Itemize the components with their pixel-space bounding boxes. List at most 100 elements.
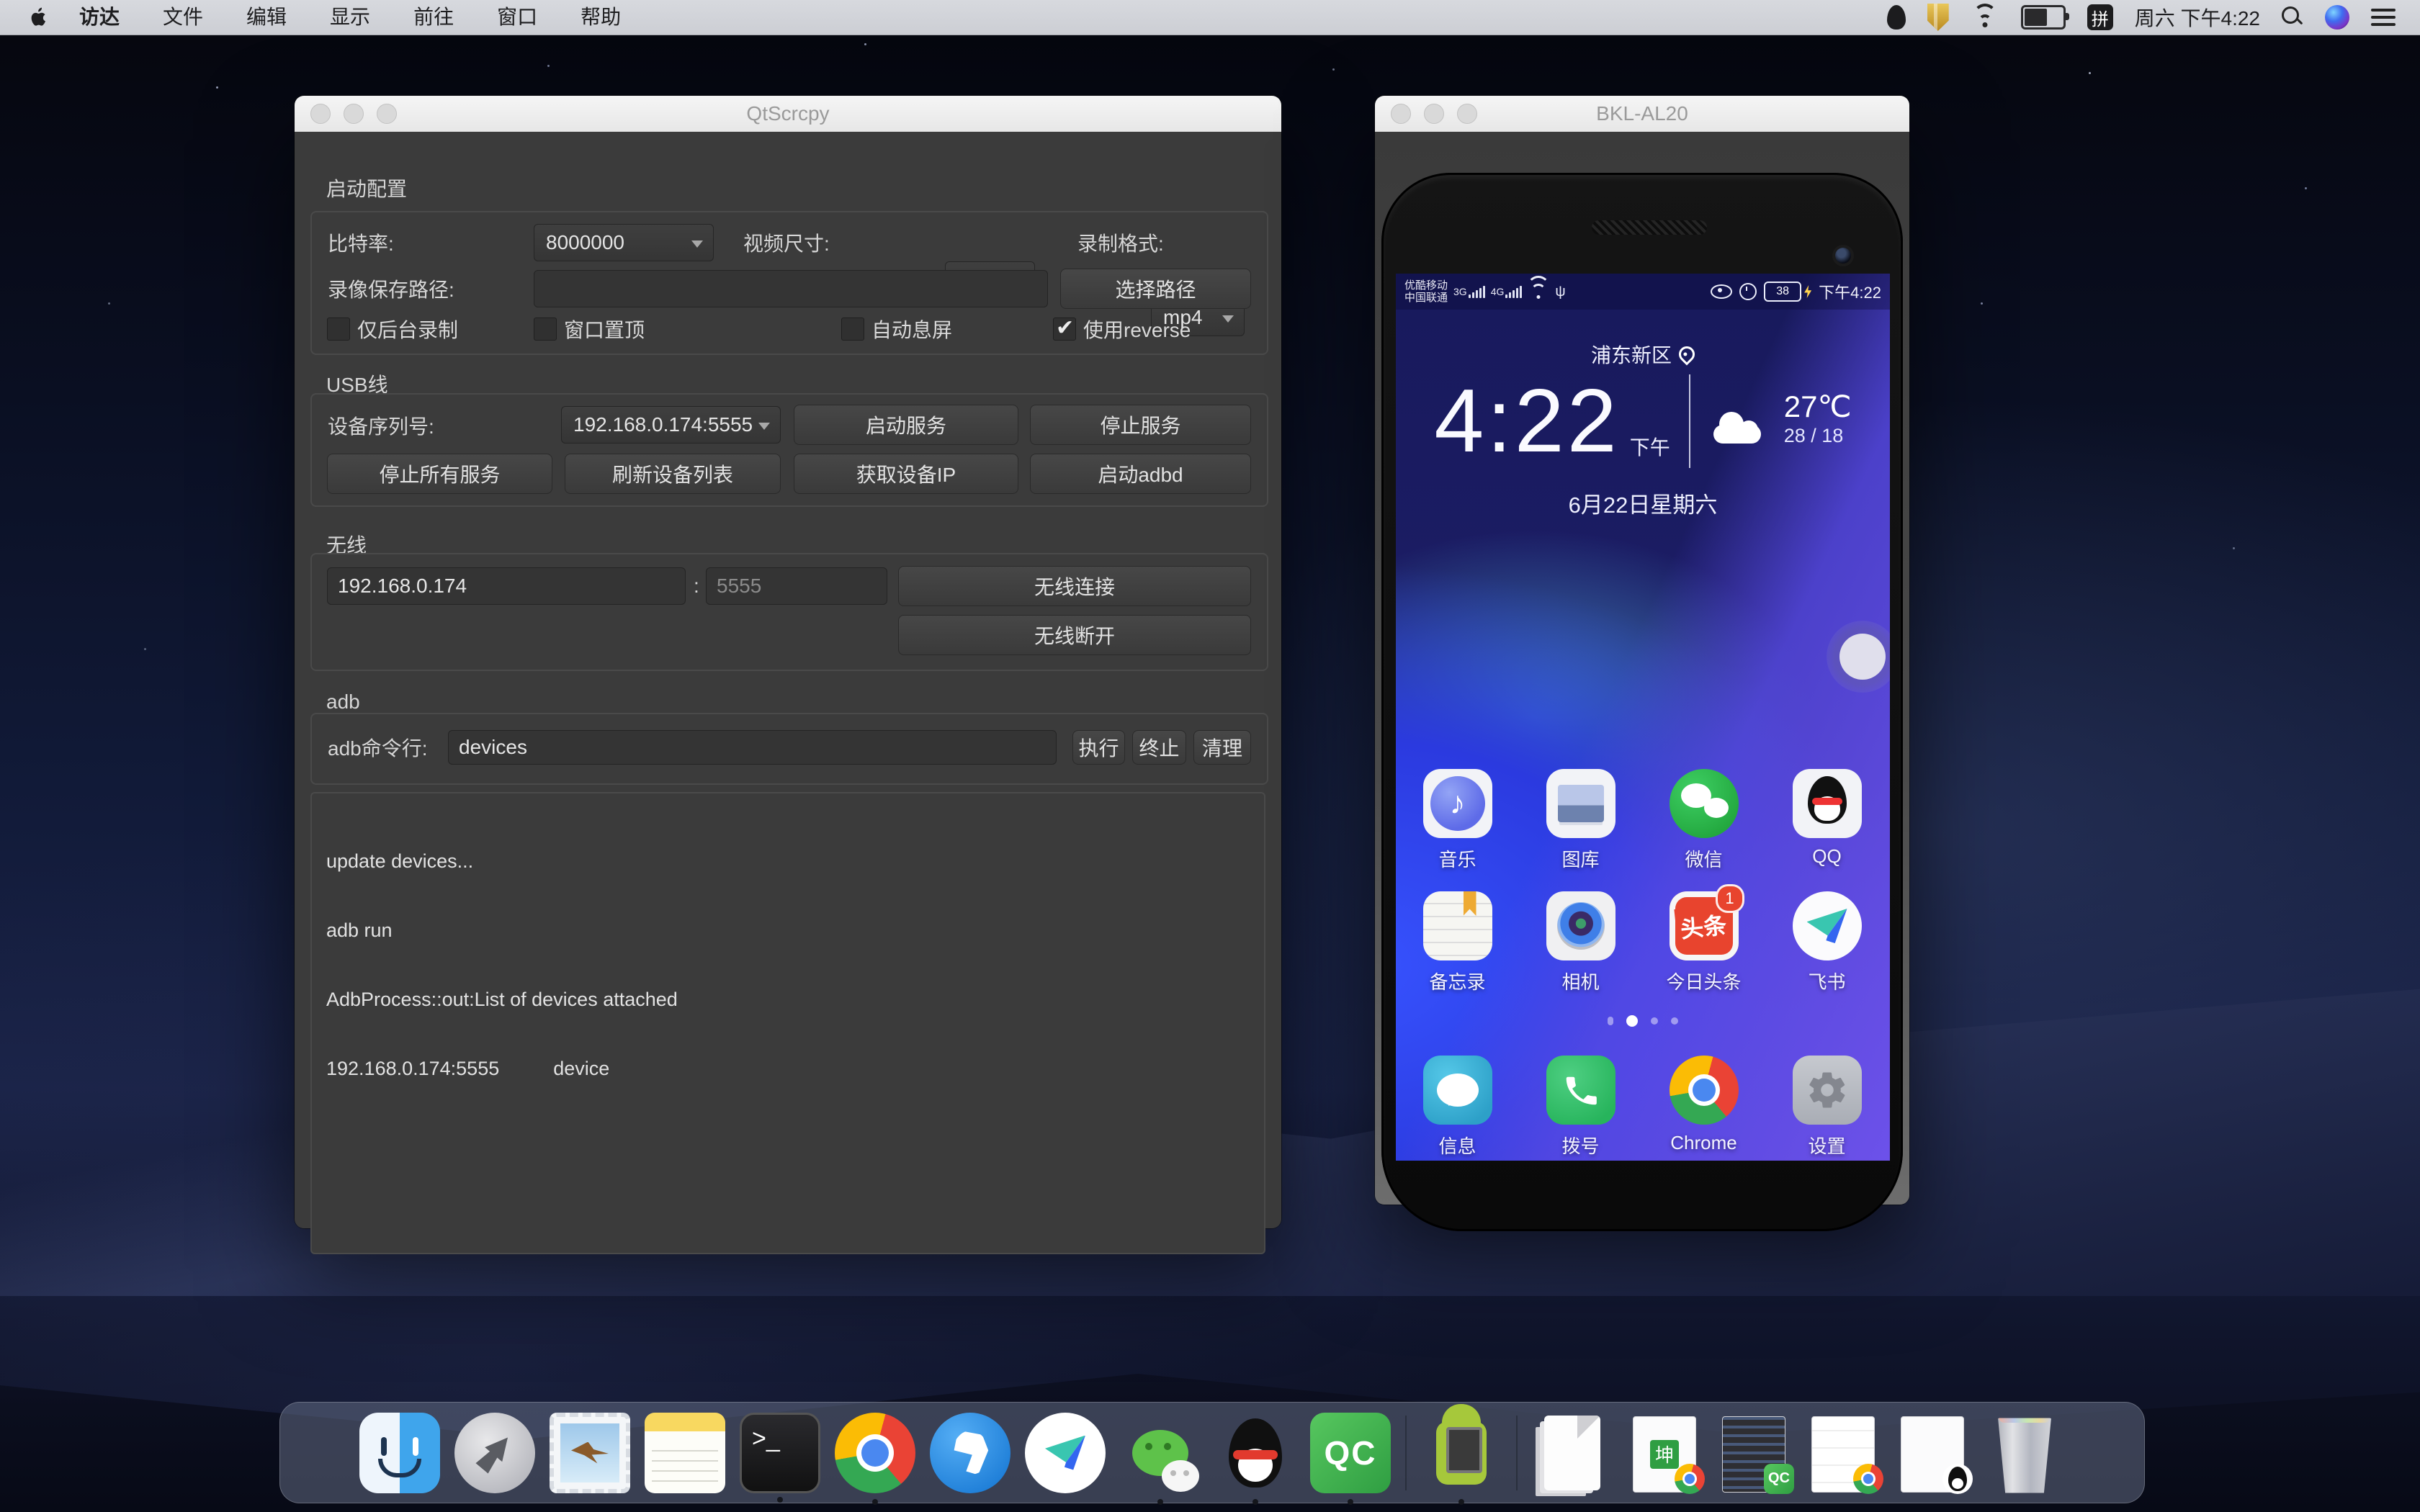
wireless-groupbox: : 无线连接 无线断开	[310, 553, 1268, 671]
adb-cmd-input[interactable]	[448, 730, 1057, 765]
qtcreator-badge-icon: QC	[1764, 1464, 1794, 1494]
wechat-app-icon	[1670, 769, 1739, 838]
wifi-icon[interactable]	[1971, 0, 1999, 35]
assistive-ball[interactable]	[1827, 621, 1890, 693]
app-notes[interactable]: 备忘录	[1396, 891, 1519, 994]
qq-app-icon	[1793, 769, 1862, 838]
choose-path-button[interactable]: 选择路径	[1060, 269, 1251, 309]
adb-terminate-button[interactable]: 终止	[1132, 730, 1186, 765]
phone-front-camera	[1835, 248, 1851, 264]
checkbox-auto-screen-off[interactable]: 自动息屏	[841, 315, 952, 343]
app-wechat[interactable]: 微信	[1642, 769, 1765, 872]
app-qq[interactable]: QQ	[1765, 769, 1888, 872]
refresh-device-list-button[interactable]: 刷新设备列表	[565, 454, 781, 494]
start-service-button[interactable]: 启动服务	[794, 405, 1018, 445]
battery-icon[interactable]	[2021, 0, 2066, 35]
wireless-port-input[interactable]	[706, 567, 887, 605]
notification-center-icon[interactable]	[2371, 0, 2396, 35]
app-row-2: 备忘录 相机 头条 1 今日头条 飞书	[1396, 891, 1890, 994]
app-toutiao[interactable]: 头条 1 今日头条	[1642, 891, 1765, 994]
dock-thunder-icon[interactable]	[930, 1413, 1010, 1493]
input-method-badge[interactable]: 拼	[2087, 0, 2113, 35]
dock-minimized-qtcreator-window[interactable]: QC	[1716, 1413, 1791, 1493]
clock-widget[interactable]: 4:22 下午 27℃ 28 / 18	[1396, 360, 1890, 482]
phone-window-titlebar[interactable]: BKL-AL20	[1375, 96, 1909, 132]
qq-menubar-icon[interactable]	[1887, 0, 1906, 35]
app-music[interactable]: ♪ 音乐	[1396, 769, 1519, 872]
bitrate-combo[interactable]: 8000000	[534, 224, 714, 261]
menu-app-name[interactable]: 访达	[58, 0, 141, 35]
adb-cmd-label: adb命令行:	[328, 733, 428, 762]
serial-combo[interactable]: 192.168.0.174:5555	[561, 406, 781, 444]
start-adbd-button[interactable]: 启动adbd	[1030, 454, 1251, 494]
stop-all-services-button[interactable]: 停止所有服务	[327, 454, 552, 494]
dock-minimized-qq-window[interactable]	[1895, 1413, 1970, 1493]
menu-edit[interactable]: 编辑	[225, 0, 308, 35]
status-bar-time: 下午4:22	[1819, 280, 1881, 303]
checkbox-use-reverse[interactable]: 使用reverse	[1053, 315, 1191, 343]
wireless-connect-button[interactable]: 无线连接	[898, 566, 1251, 606]
battery-percent: 38	[1764, 282, 1801, 302]
wireless-disconnect-button[interactable]: 无线断开	[898, 615, 1251, 655]
menu-file[interactable]: 文件	[141, 0, 225, 35]
phone-screen[interactable]: 优酷移动 中国联通 3G 4G ψ 38 下午4:22	[1396, 274, 1890, 1161]
app-gallery[interactable]: 图库	[1519, 769, 1642, 872]
usb-icon: ψ	[1555, 284, 1565, 300]
dock-qq-icon[interactable]	[1215, 1413, 1296, 1493]
widget-divider	[1689, 374, 1690, 468]
log-line: 192.168.0.174:5555 device	[326, 1057, 1250, 1080]
app-messages[interactable]: 信息	[1396, 1056, 1519, 1158]
wireless-ip-input[interactable]	[327, 567, 686, 605]
app-settings[interactable]: 设置	[1765, 1056, 1888, 1158]
apple-menu-icon[interactable]	[27, 3, 52, 32]
phone-mirror-window: BKL-AL20 优酷移动 中国联通 3G 4G ψ	[1375, 96, 1909, 1205]
app-dialer[interactable]: 拨号	[1519, 1056, 1642, 1158]
menu-view[interactable]: 显示	[308, 0, 392, 35]
widget-date[interactable]: 6月22日星期六	[1396, 487, 1890, 519]
page-dot-active	[1626, 1015, 1638, 1027]
bitrate-label: 比特率:	[328, 228, 394, 257]
dock-minimized-chrome-window-2[interactable]	[1806, 1413, 1881, 1493]
search-icon[interactable]	[2282, 0, 2303, 35]
video-size-label: 视频尺寸:	[743, 228, 830, 257]
checkbox-always-on-top[interactable]: 窗口置顶	[534, 315, 645, 343]
dock-finder-icon[interactable]	[359, 1413, 440, 1493]
adb-clear-button[interactable]: 清理	[1193, 730, 1251, 765]
dock-feishu-icon[interactable]	[1025, 1413, 1106, 1493]
siri-icon[interactable]	[2325, 0, 2349, 35]
get-device-ip-button[interactable]: 获取设备IP	[794, 454, 1018, 494]
dock-launchpad-icon[interactable]	[454, 1413, 535, 1493]
menu-window[interactable]: 窗口	[475, 0, 559, 35]
qq-badge-icon	[1942, 1464, 1973, 1494]
log-output[interactable]: update devices... adb run AdbProcess::ou…	[310, 792, 1265, 1254]
dock-chrome-icon[interactable]	[835, 1413, 915, 1493]
dock-wechat-icon[interactable]	[1120, 1413, 1201, 1493]
menubar-clock[interactable]: 周六 下午4:22	[2135, 3, 2260, 32]
dock-trash-icon[interactable]	[1984, 1413, 2065, 1493]
app-chrome[interactable]: Chrome	[1642, 1056, 1765, 1158]
qtscrcpy-titlebar[interactable]: QtScrcpy	[295, 96, 1281, 132]
dock-qtcreator-icon[interactable]: QC	[1310, 1413, 1391, 1493]
dock-terminal-icon[interactable]: >_	[740, 1413, 820, 1493]
stop-service-button[interactable]: 停止服务	[1030, 405, 1251, 445]
serial-label: 设备序列号:	[328, 411, 434, 440]
vpn-shield-icon[interactable]	[1927, 0, 1949, 35]
widget-time: 4:22	[1434, 367, 1619, 475]
menu-go[interactable]: 前往	[392, 0, 475, 35]
app-camera[interactable]: 相机	[1519, 891, 1642, 994]
signal-bars-icon	[1469, 286, 1485, 298]
music-app-icon: ♪	[1423, 769, 1492, 838]
phone-status-bar: 优酷移动 中国联通 3G 4G ψ 38 下午4:22	[1396, 274, 1890, 310]
phone-window-title: BKL-AL20	[1375, 102, 1909, 125]
menu-help[interactable]: 帮助	[559, 0, 642, 35]
dock-android-tool-icon[interactable]	[1421, 1413, 1502, 1493]
app-feishu[interactable]: 飞书	[1765, 891, 1888, 994]
running-indicator	[1348, 1499, 1353, 1505]
adb-execute-button[interactable]: 执行	[1072, 730, 1125, 765]
dock-documents-stack[interactable]	[1532, 1413, 1613, 1493]
dock-notes-icon[interactable]	[645, 1413, 725, 1493]
dock-minimized-chrome-window[interactable]: 坤	[1627, 1413, 1702, 1493]
dock-mail-icon[interactable]	[550, 1413, 630, 1493]
record-path-input[interactable]	[534, 270, 1048, 307]
checkbox-background-record[interactable]: 仅后台录制	[327, 315, 458, 343]
